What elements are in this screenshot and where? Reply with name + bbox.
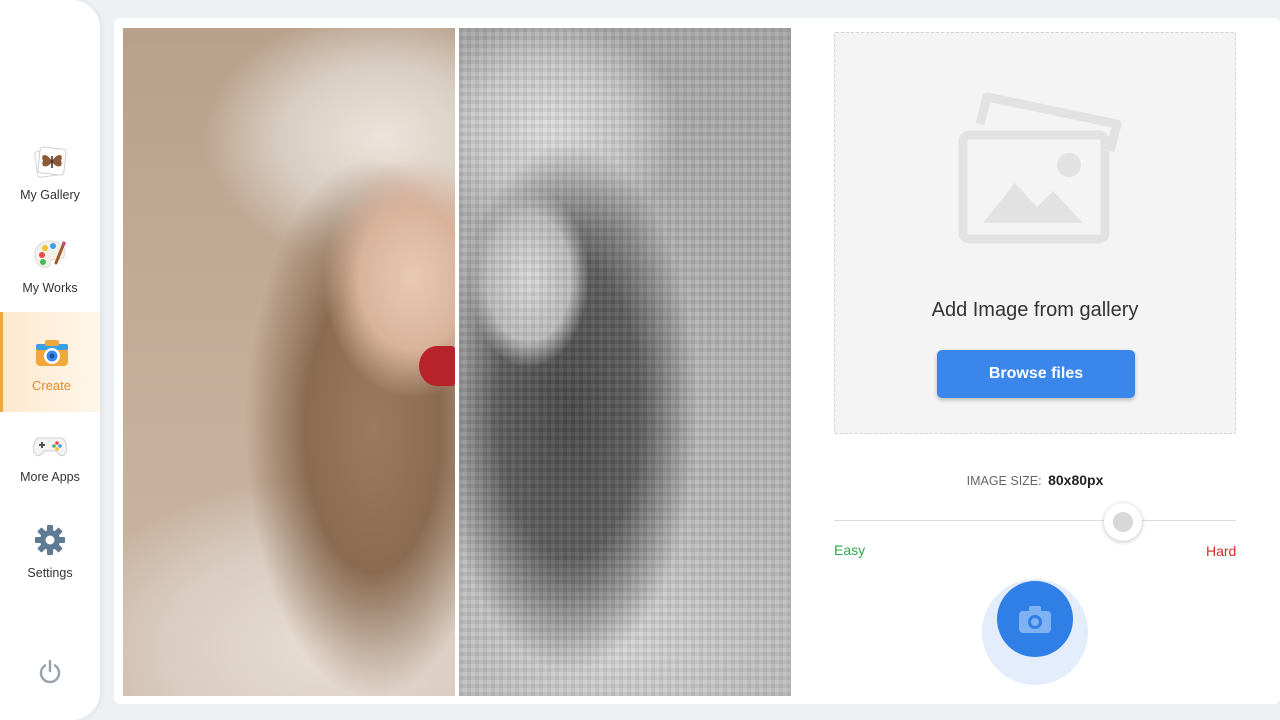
sidebar-item-my-works[interactable]: My Works <box>0 235 100 295</box>
original-image <box>123 28 455 696</box>
gallery-butterfly-icon <box>30 142 70 182</box>
slider-thumb-dot <box>1113 512 1133 532</box>
sidebar-item-label: My Gallery <box>20 188 80 202</box>
image-placeholder-icon <box>958 92 1122 244</box>
camera-icon <box>32 332 72 372</box>
difficulty-slider-track[interactable] <box>834 520 1236 521</box>
main-panel: Add Image from gallery Browse files IMAG… <box>114 18 1280 704</box>
gear-icon <box>30 520 70 560</box>
gamepad-icon <box>30 424 70 464</box>
sidebar: My Gallery My Works Create More Apps Set… <box>0 0 100 720</box>
image-size-row: IMAGE SIZE: 80x80px <box>834 472 1236 488</box>
camera-icon <box>1019 606 1051 633</box>
sidebar-item-label: My Works <box>22 281 78 295</box>
pixelated-preview-image <box>459 28 791 696</box>
browse-files-button[interactable]: Browse files <box>937 350 1135 398</box>
sidebar-item-create[interactable]: Create <box>0 312 100 412</box>
add-image-prompt: Add Image from gallery <box>931 299 1139 321</box>
palette-icon <box>30 235 70 275</box>
lips-detail <box>419 346 455 386</box>
image-preview <box>123 28 791 696</box>
sidebar-item-settings[interactable]: Settings <box>0 520 100 580</box>
difficulty-hard-label: Hard <box>1206 543 1237 559</box>
image-size-label: IMAGE SIZE: <box>966 474 1042 488</box>
sidebar-item-more-apps[interactable]: More Apps <box>0 424 100 484</box>
camera-capture-button[interactable] <box>997 581 1073 657</box>
difficulty-slider-thumb[interactable] <box>1104 503 1142 541</box>
sidebar-item-my-gallery[interactable]: My Gallery <box>0 142 100 202</box>
power-icon <box>39 659 61 684</box>
image-size-value: 80x80px <box>1048 472 1104 488</box>
difficulty-easy-label: Easy <box>834 542 866 558</box>
sidebar-item-label: Create <box>31 377 72 393</box>
sidebar-item-label: More Apps <box>20 470 80 484</box>
image-dropzone[interactable]: Add Image from gallery Browse files <box>834 32 1236 434</box>
power-button[interactable] <box>36 658 64 686</box>
sidebar-item-label: Settings <box>27 566 73 580</box>
